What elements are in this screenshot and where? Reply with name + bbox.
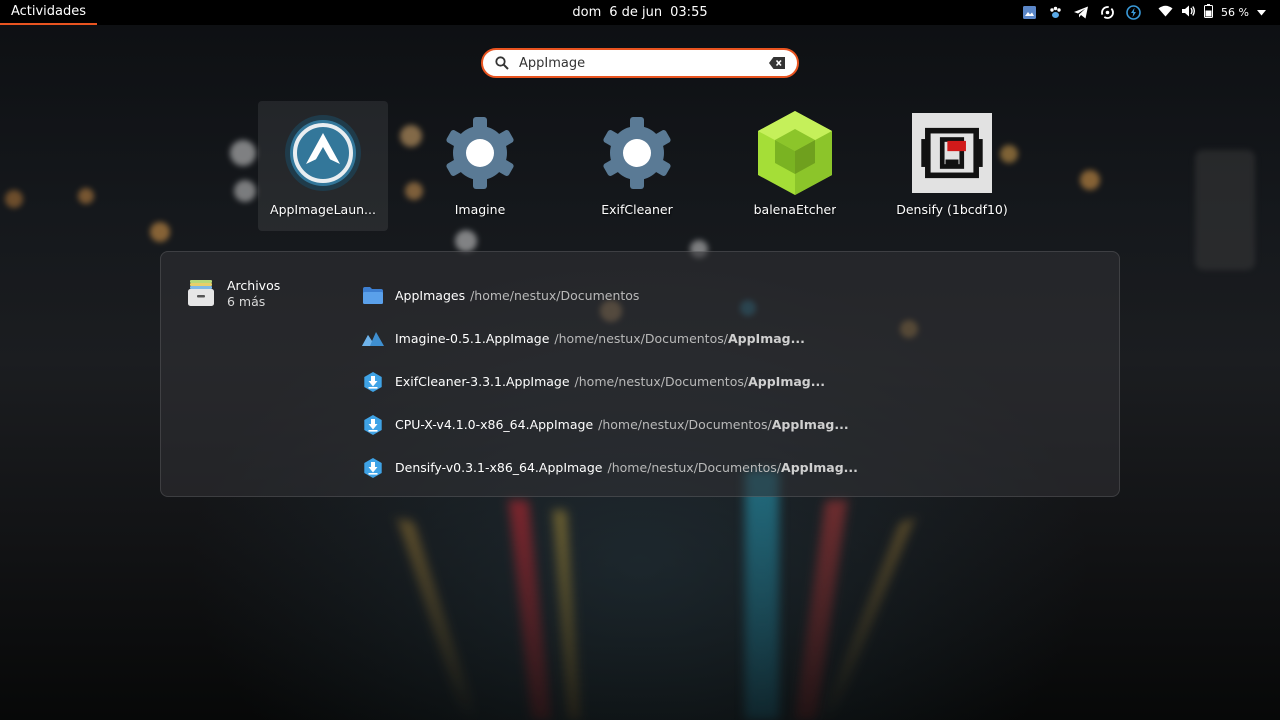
result-path: /home/nestux/Documentos <box>470 288 640 303</box>
result-name: Imagine-0.5.1.AppImage <box>395 331 550 346</box>
app-label: balenaEtcher <box>753 202 837 217</box>
app-imagine[interactable]: Imagine <box>415 101 545 231</box>
appimagelauncher-icon <box>283 113 363 193</box>
gear-icon <box>597 113 677 193</box>
top-bar: Actividades dom 6 de jun 03:55 56 % <box>0 0 1280 25</box>
file-search-results: Archivos 6 más AppImages /home/nestux/Do… <box>160 251 1120 497</box>
appimage-download-icon <box>361 456 385 480</box>
app-exifcleaner[interactable]: ExifCleaner <box>572 101 702 231</box>
app-label: Imagine <box>454 202 506 217</box>
files-provider[interactable]: Archivos 6 más <box>187 278 280 310</box>
list-item[interactable]: ExifCleaner-3.3.1.AppImage /home/nestux/… <box>361 360 858 403</box>
provider-more-count: 6 más <box>227 294 266 309</box>
app-label: AppImageLaun... <box>270 202 376 217</box>
chevron-down-icon <box>1257 5 1266 20</box>
battery-percent: 56 % <box>1221 6 1249 19</box>
list-item[interactable]: AppImages /home/nestux/Documentos <box>361 274 858 317</box>
clock-day[interactable]: dom <box>572 5 601 20</box>
result-name: AppImages <box>395 288 466 303</box>
list-item[interactable]: Densify-v0.3.1-x86_64.AppImage /home/nes… <box>361 446 858 489</box>
battery-icon <box>1204 3 1214 22</box>
result-name: Densify-v0.3.1-x86_64.AppImage <box>395 460 603 475</box>
app-densify[interactable]: Densify (1bcdf10) <box>887 101 1017 231</box>
search-entry[interactable] <box>481 48 799 78</box>
file-cabinet-icon <box>187 278 215 310</box>
app-label: ExifCleaner <box>601 202 673 217</box>
result-path: /home/nestux/Documentos/AppImag... <box>598 417 849 432</box>
result-path: /home/nestux/Documentos/AppImag... <box>574 374 825 389</box>
clock-time[interactable]: 03:55 <box>670 5 707 20</box>
list-item[interactable]: Imagine-0.5.1.AppImage /home/nestux/Docu… <box>361 317 858 360</box>
app-label: Densify (1bcdf10) <box>896 202 1008 217</box>
telegram-icon[interactable] <box>1068 0 1094 25</box>
result-name: CPU-X-v4.1.0-x86_64.AppImage <box>395 417 594 432</box>
clock-date[interactable]: 6 de jun <box>609 5 662 20</box>
power-manager-icon[interactable] <box>1120 0 1146 25</box>
screenshot-icon[interactable] <box>1016 0 1042 25</box>
wifi-icon <box>1158 5 1173 21</box>
app-balenaetcher[interactable]: balenaEtcher <box>730 101 860 231</box>
densify-icon <box>912 113 992 193</box>
search-icon <box>495 56 509 70</box>
paw-icon[interactable] <box>1042 0 1068 25</box>
gear-icon <box>440 113 520 193</box>
list-item[interactable]: CPU-X-v4.1.0-x86_64.AppImage /home/nestu… <box>361 403 858 446</box>
app-results: AppImageLaun... Imagine ExifCleaner bale… <box>0 101 1280 231</box>
appimage-download-icon <box>361 413 385 437</box>
system-tray: 56 % <box>1016 0 1266 25</box>
sync-icon[interactable] <box>1094 0 1120 25</box>
balena-cube-icon <box>755 111 835 195</box>
result-path: /home/nestux/Documentos/AppImag... <box>607 460 858 475</box>
app-appimagelauncher[interactable]: AppImageLaun... <box>258 101 388 231</box>
image-app-icon <box>361 327 385 351</box>
appimage-download-icon <box>361 370 385 394</box>
result-name: ExifCleaner-3.3.1.AppImage <box>395 374 570 389</box>
result-path: /home/nestux/Documentos/AppImag... <box>554 331 805 346</box>
system-menu[interactable]: 56 % <box>1158 3 1266 22</box>
clear-search-icon[interactable] <box>769 57 785 69</box>
volume-icon <box>1181 4 1196 22</box>
activities-button[interactable]: Actividades <box>0 0 97 25</box>
provider-name: Archivos <box>227 278 281 293</box>
search-input[interactable] <box>519 55 759 71</box>
folder-icon <box>361 284 385 308</box>
result-list: AppImages /home/nestux/Documentos Imagin… <box>361 274 858 489</box>
